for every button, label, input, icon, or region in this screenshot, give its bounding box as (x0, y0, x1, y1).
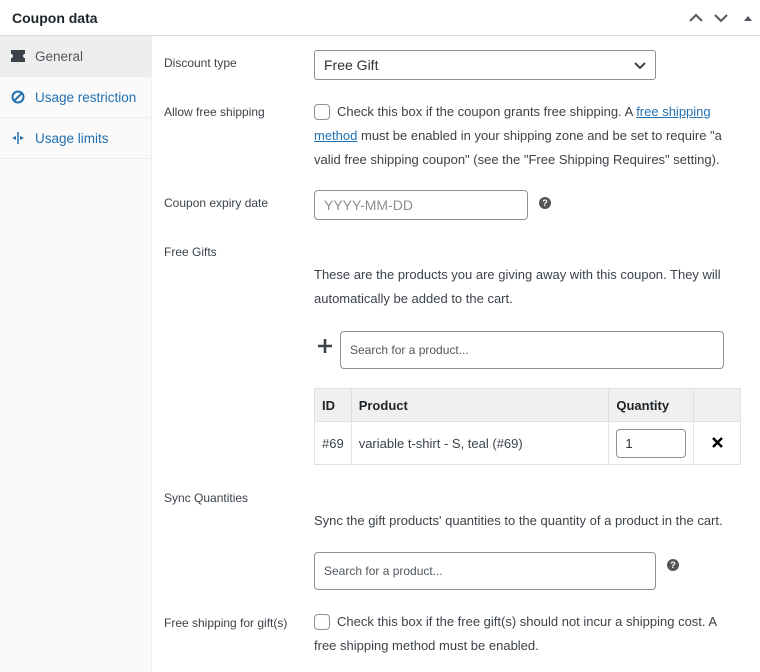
panel-header: Coupon data (0, 0, 760, 36)
col-quantity: Quantity (608, 388, 695, 422)
gift-search-placeholder: Search for a product... (350, 343, 469, 357)
toggle-panel-button[interactable] (738, 8, 758, 28)
expiry-date-input[interactable]: YYYY-MM-DD (314, 190, 528, 220)
free-shipping-desc-line3: valid free shipping coupon" (see the "Fr… (314, 152, 720, 167)
sync-search-placeholder: Search for a product... (324, 564, 443, 578)
free-gifts-desc-line2: automatically be added to the cart. (314, 291, 513, 306)
move-down-button[interactable] (711, 8, 731, 28)
free-gifts-desc-line1: These are the products you are giving aw… (314, 267, 721, 282)
free-gifts-label: Free Gifts (164, 245, 217, 259)
col-product: Product (350, 388, 610, 422)
tab-usage-restriction-label: Usage restriction (35, 89, 137, 105)
free-shipping-gifts-desc-line1: Check this box if the free gift(s) shoul… (337, 614, 718, 629)
free-shipping-desc-line1: Check this box if the coupon grants free… (337, 100, 747, 124)
ticket-icon (10, 48, 26, 64)
chevron-down-icon (714, 14, 728, 23)
free-shipping-checkbox[interactable] (314, 104, 330, 120)
tab-usage-restriction[interactable]: Usage restriction (0, 77, 151, 118)
table-header-row: ID Product Quantity (314, 388, 741, 422)
remove-cell (693, 421, 741, 465)
help-icon: ? (667, 559, 679, 571)
plus-icon (318, 339, 332, 353)
free-shipping-gifts-desc-line2: free shipping method must be enabled. (314, 638, 539, 653)
move-up-button[interactable] (686, 8, 706, 28)
tab-usage-limits-label: Usage limits (35, 130, 109, 146)
discount-type-select[interactable]: Free Gift (314, 50, 656, 80)
free-shipping-desc-line2: method must be enabled in your shipping … (314, 124, 754, 148)
chevron-up-icon (689, 13, 703, 22)
help-icon: ? (539, 197, 551, 209)
free-shipping-label: Allow free shipping (164, 105, 265, 119)
row-quantity-cell: 1 (608, 421, 695, 465)
table-row: #69 variable t-shirt - S, teal (#69) 1 (314, 421, 741, 465)
quantity-value: 1 (625, 435, 633, 451)
free-shipping-link[interactable]: free shipping (636, 104, 710, 119)
arrows-icon (10, 130, 26, 146)
add-gift-button[interactable] (318, 337, 332, 355)
panel-title: Coupon data (12, 10, 98, 26)
no-entry-icon (10, 89, 26, 105)
quantity-input[interactable]: 1 (616, 428, 687, 458)
sidebar: General Usage restriction Usage limits (0, 36, 152, 672)
free-shipping-gifts-label: Free shipping for gift(s) (164, 616, 288, 630)
chevron-down-icon (634, 62, 646, 70)
gift-product-search[interactable]: Search for a product... (340, 331, 724, 369)
caret-up-icon (744, 16, 752, 21)
tab-general[interactable]: General (0, 36, 151, 77)
free-shipping-text: Check this box if the coupon grants free… (337, 104, 637, 119)
free-shipping-text-2: must be enabled in your shipping zone an… (357, 128, 722, 143)
free-shipping-method-link[interactable]: method (314, 128, 357, 143)
free-shipping-gifts-checkbox[interactable] (314, 614, 330, 630)
gifts-table: ID Product Quantity #69 variable t-shirt… (314, 388, 741, 465)
expiry-placeholder: YYYY-MM-DD (324, 197, 413, 213)
discount-type-value: Free Gift (324, 57, 379, 73)
row-product: variable t-shirt - S, teal (#69) (350, 421, 610, 465)
row-id: #69 (314, 421, 352, 465)
sync-quantities-label: Sync Quantities (164, 491, 249, 505)
tab-usage-limits[interactable]: Usage limits (0, 118, 151, 159)
sync-product-search[interactable]: Search for a product... (314, 552, 656, 590)
col-id: ID (314, 388, 352, 422)
close-icon (711, 436, 723, 448)
sync-quantities-desc: Sync the gift products' quantities to th… (314, 513, 723, 528)
remove-gift-button[interactable] (711, 436, 723, 451)
discount-type-label: Discount type (164, 56, 237, 70)
expiry-label: Coupon expiry date (164, 196, 269, 210)
col-remove (693, 388, 741, 422)
tab-general-label: General (35, 48, 84, 64)
